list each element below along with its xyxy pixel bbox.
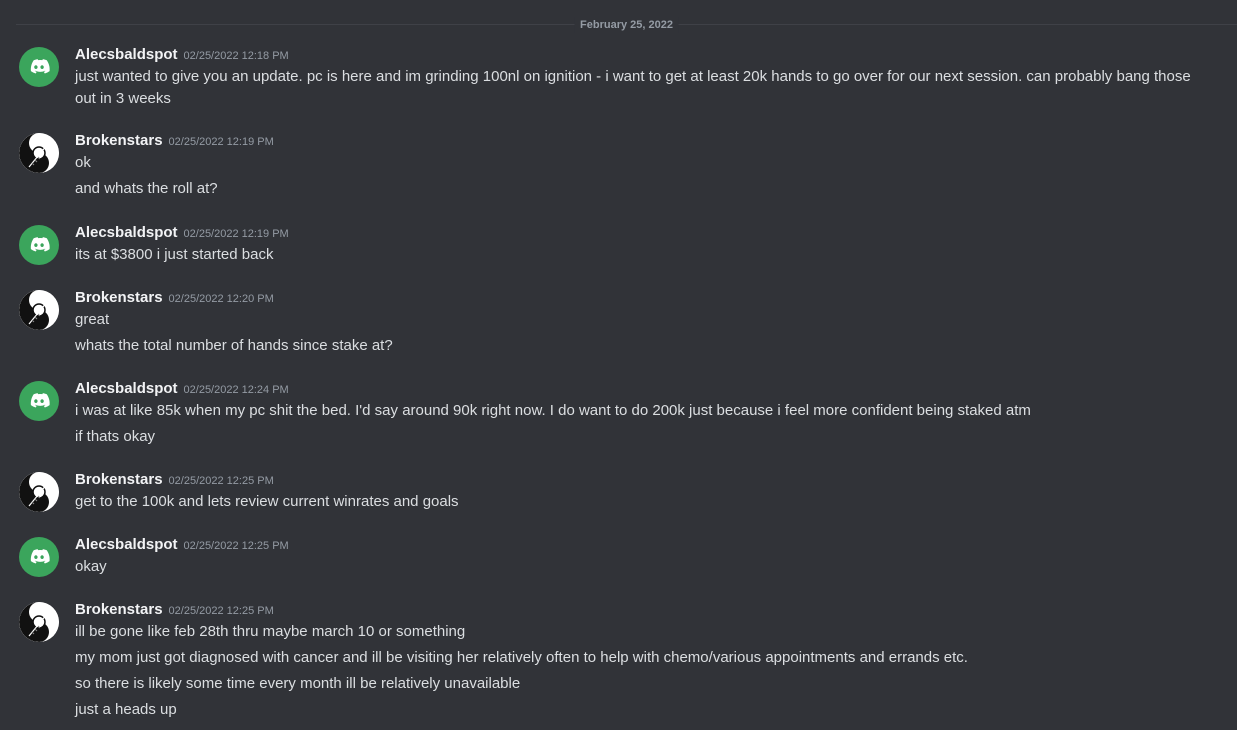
message-header: Alecsbaldspot 02/25/2022 12:18 PM — [75, 44, 289, 66]
message-content: okay — [75, 556, 1213, 578]
message-line: its at $3800 i just started back — [75, 246, 274, 263]
discord-logo-icon[interactable] — [19, 537, 59, 577]
message-content: ill be gone like feb 28th thru maybe mar… — [75, 621, 1213, 721]
message-line: so there is likely some time every month… — [75, 675, 521, 692]
timestamp[interactable]: 02/25/2022 12:25 PM — [169, 605, 274, 617]
message-header: Brokenstars 02/25/2022 12:19 PM — [75, 130, 274, 152]
message-header: Brokenstars 02/25/2022 12:25 PM — [75, 599, 274, 621]
message-header: Alecsbaldspot 02/25/2022 12:19 PM — [75, 222, 289, 244]
message-line: i was at like 85k when my pc shit the be… — [75, 402, 1031, 419]
timestamp[interactable]: 02/25/2022 12:20 PM — [169, 293, 274, 305]
timestamp[interactable]: 02/25/2022 12:25 PM — [184, 540, 289, 552]
username[interactable]: Alecsbaldspot — [75, 46, 178, 63]
message-header: Alecsbaldspot 02/25/2022 12:24 PM — [75, 378, 289, 400]
message-content: great whats the total number of hands si… — [75, 309, 1213, 357]
discord-logo-icon[interactable] — [19, 381, 59, 421]
message-line: get to the 100k and lets review current … — [75, 493, 459, 510]
message-content: just wanted to give you an update. pc is… — [75, 66, 1213, 110]
message-header: Alecsbaldspot 02/25/2022 12:25 PM — [75, 534, 289, 556]
username[interactable]: Brokenstars — [75, 601, 163, 618]
message-header: Brokenstars 02/25/2022 12:25 PM — [75, 469, 274, 491]
discord-logo-icon[interactable] — [19, 47, 59, 87]
message-line: and whats the roll at? — [75, 180, 218, 197]
timestamp[interactable]: 02/25/2022 12:18 PM — [184, 50, 289, 62]
timestamp[interactable]: 02/25/2022 12:24 PM — [184, 384, 289, 396]
username[interactable]: Alecsbaldspot — [75, 380, 178, 397]
timestamp[interactable]: 02/25/2022 12:19 PM — [184, 228, 289, 240]
message-content: ok and whats the roll at? — [75, 152, 1213, 200]
timestamp[interactable]: 02/25/2022 12:19 PM — [169, 136, 274, 148]
timestamp[interactable]: 02/25/2022 12:25 PM — [169, 475, 274, 487]
username[interactable]: Brokenstars — [75, 289, 163, 306]
message-line: just wanted to give you an update. pc is… — [75, 68, 1191, 107]
message-content: its at $3800 i just started back — [75, 244, 1213, 266]
message-line: my mom just got diagnosed with cancer an… — [75, 649, 968, 666]
message-line: whats the total number of hands since st… — [75, 337, 393, 354]
date-divider: February 25, 2022 — [16, 17, 1237, 33]
discord-logo-icon[interactable] — [19, 225, 59, 265]
yin-yang-icon[interactable] — [19, 602, 59, 642]
username[interactable]: Alecsbaldspot — [75, 536, 178, 553]
username[interactable]: Brokenstars — [75, 471, 163, 488]
date-divider-label: February 25, 2022 — [574, 17, 679, 33]
yin-yang-icon[interactable] — [19, 133, 59, 173]
message-content: i was at like 85k when my pc shit the be… — [75, 400, 1213, 448]
message-line: ok — [75, 154, 91, 171]
message-content: get to the 100k and lets review current … — [75, 491, 1213, 513]
chat-log: February 25, 2022 Alecsbaldspot 02/25/202… — [0, 0, 1237, 730]
message-line: if thats okay — [75, 428, 156, 445]
yin-yang-icon[interactable] — [19, 290, 59, 330]
message-header: Brokenstars 02/25/2022 12:20 PM — [75, 287, 274, 309]
message-line: ill be gone like feb 28th thru maybe mar… — [75, 623, 466, 640]
message-line: just a heads up — [75, 701, 177, 718]
yin-yang-icon[interactable] — [19, 472, 59, 512]
message-line: okay — [75, 558, 107, 575]
message-line: great — [75, 311, 110, 328]
username[interactable]: Brokenstars — [75, 132, 163, 149]
username[interactable]: Alecsbaldspot — [75, 224, 178, 241]
